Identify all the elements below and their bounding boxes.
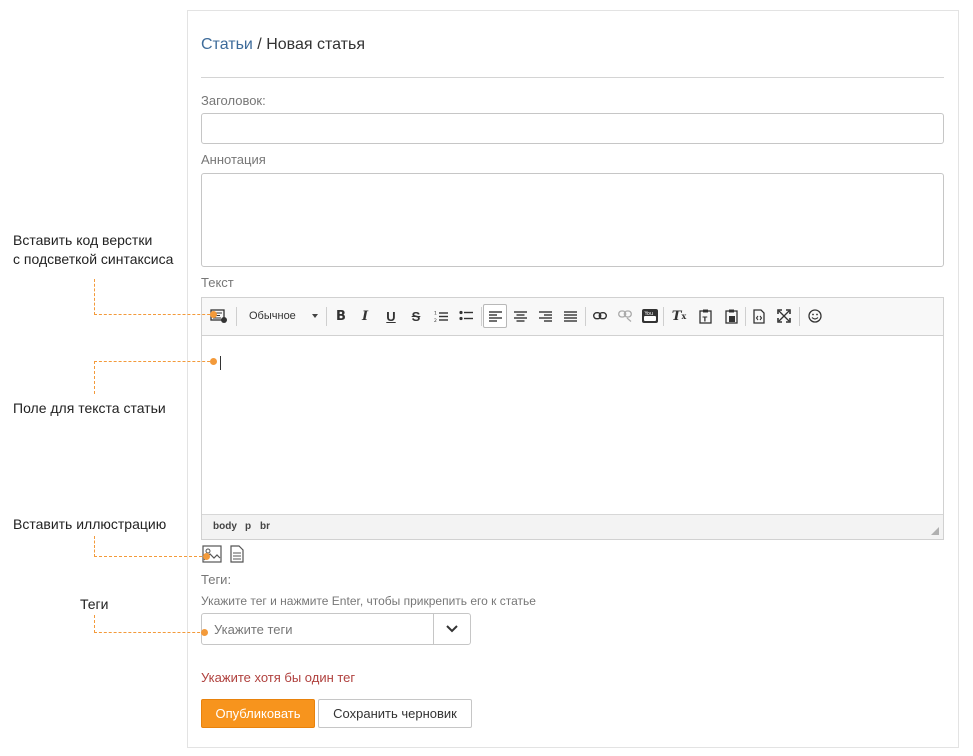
annotation-code-line2: с подсветкой синтаксиса [13,251,174,267]
paste-word-icon[interactable] [721,306,741,326]
publish-button[interactable]: Опубликовать [201,699,315,728]
underline-icon[interactable]: U [381,306,401,326]
bold-icon[interactable]: B [331,306,351,326]
svg-text:2: 2 [434,318,437,323]
align-left-icon[interactable] [483,304,507,328]
tags-placeholder: Укажите теги [214,622,293,637]
breadcrumb-current: Новая статья [266,36,366,53]
tags-dropdown-button[interactable] [433,614,470,644]
svg-text:T: T [702,315,707,323]
annotation-tags: Теги [80,596,109,612]
editor-toolbar: Обычное B I U S 12 You T x T [202,298,943,336]
annotation-image-dot [203,553,210,560]
tags-error-message: Укажите хотя бы один тег [201,670,356,685]
toolbar-separator [236,307,237,326]
tags-hint: Укажите тег и нажмите Enter, чтобы прикр… [201,594,536,608]
unlink-icon[interactable] [615,306,635,326]
annotation-label: Аннотация [201,152,266,167]
annotation-field: Поле для текста статьи [13,400,166,416]
editor-content-area[interactable] [202,336,943,516]
chevron-down-icon [312,314,318,318]
svg-text:You: You [644,311,654,317]
youtube-icon[interactable]: You [640,306,660,326]
maximize-icon[interactable] [774,306,794,326]
annotation-tags-line [94,615,205,633]
annotation-image-line [94,536,207,557]
title-input[interactable] [201,113,944,144]
insert-file-icon[interactable] [230,545,244,568]
chevron-down-icon [446,625,458,633]
annotation-code: Вставить код верстки с подсветкой синтак… [13,231,173,269]
tags-select[interactable]: Укажите теги [201,613,471,645]
breadcrumb: Статьи / Новая статья [201,36,365,54]
annotation-code-line [94,279,215,315]
path-body[interactable]: body [213,521,237,532]
remove-format-icon[interactable]: Tx [669,306,689,326]
editor-element-path: body p br [202,514,943,539]
align-center-icon[interactable] [510,306,530,326]
link-icon[interactable] [590,306,610,326]
annotation-field-line [94,361,215,394]
resize-handle[interactable] [931,527,939,535]
breadcrumb-articles-link[interactable]: Статьи [201,36,253,53]
save-draft-button[interactable]: Сохранить черновик [318,699,472,728]
toolbar-separator [585,307,586,326]
annotation-image: Вставить иллюстрацию [13,516,167,532]
path-p[interactable]: p [245,521,251,532]
title-label: Заголовок: [201,93,266,108]
breadcrumb-separator: / [252,36,267,53]
paste-text-icon[interactable]: T [695,306,715,326]
svg-text:1: 1 [434,310,437,316]
align-right-icon[interactable] [535,306,555,326]
format-select[interactable]: Обычное [242,307,320,326]
annotation-field-dot [210,358,217,365]
toolbar-separator [481,307,482,326]
rich-text-editor: Обычное B I U S 12 You T x T body p br [201,297,944,540]
format-select-value: Обычное [249,310,296,322]
source-icon[interactable] [749,306,769,326]
toolbar-separator [745,307,746,326]
path-br[interactable]: br [260,521,270,532]
toolbar-separator [799,307,800,326]
annotation-code-line1: Вставить код верстки [13,232,153,248]
strikethrough-icon[interactable]: S [406,306,426,326]
text-caret [220,356,221,370]
toolbar-separator [326,307,327,326]
justify-icon[interactable] [560,306,580,326]
annotation-tags-dot [201,629,208,636]
toolbar-separator [663,307,664,326]
tags-label: Теги: [201,572,232,587]
italic-icon[interactable]: I [355,306,375,326]
numbered-list-icon[interactable]: 12 [431,306,451,326]
annotation-code-dot [210,311,217,318]
smiley-icon[interactable] [805,306,825,326]
annotation-textarea[interactable] [201,173,944,267]
header-divider [201,77,944,78]
bulleted-list-icon[interactable] [456,306,476,326]
